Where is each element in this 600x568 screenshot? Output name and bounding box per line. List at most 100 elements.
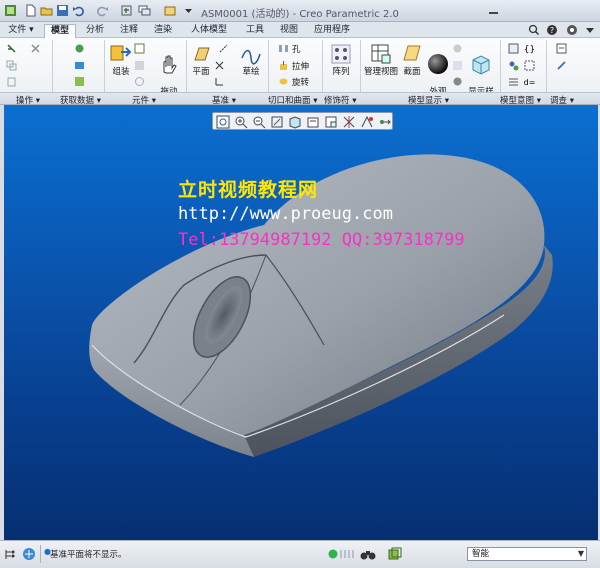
user-defined-feature-icon[interactable] <box>74 43 85 54</box>
sketch-icon <box>241 49 261 65</box>
selection-filter-dropdown[interactable]: 智能 ▼ <box>467 547 587 561</box>
svg-text:?: ? <box>550 26 554 35</box>
copy-geometry-icon[interactable] <box>74 60 85 71</box>
status-grip <box>340 550 354 558</box>
perspective-icon[interactable] <box>452 60 463 71</box>
copy-icon[interactable] <box>6 60 17 71</box>
tab-model[interactable]: 模型 <box>44 24 76 38</box>
scene-icon[interactable] <box>452 43 463 54</box>
section-label: 截面 <box>403 67 421 77</box>
datum-display-icon[interactable] <box>342 115 356 129</box>
refit-icon[interactable] <box>216 115 230 129</box>
pattern-label: 阵列 <box>332 67 350 77</box>
status-message: 基准平面将不显示。 <box>50 550 127 560</box>
hand-drag-icon <box>163 55 177 74</box>
shading-icon[interactable] <box>452 76 463 87</box>
tab-applications[interactable]: 应用程序 <box>308 24 356 38</box>
ribbon-group-bar: 操作 ▾ 获取数据 ▾ 元件 ▾ 基准 ▾ 切口和曲面 ▾ 修饰符 ▾ 模型显示… <box>0 92 600 106</box>
hole-icon[interactable] <box>278 43 289 54</box>
sketch-label: 草绘 <box>242 67 260 77</box>
find-binoculars-icon[interactable] <box>360 547 376 561</box>
model-player-icon[interactable] <box>556 60 567 71</box>
manage-views-icon <box>371 44 391 64</box>
mirror-component-icon[interactable] <box>134 76 145 87</box>
plane-label: 平面 <box>192 67 210 77</box>
axis-icon[interactable] <box>218 43 229 54</box>
appearance-sphere-icon <box>428 54 448 74</box>
tab-render[interactable]: 渲染 <box>148 24 178 38</box>
pattern-icon <box>331 44 351 64</box>
spin-center-icon[interactable] <box>378 115 392 129</box>
tab-tools[interactable]: 工具 <box>240 24 270 38</box>
tab-analysis[interactable]: 分析 <box>80 24 110 38</box>
ribbon-tab-bar: 文件 ▾ 模型 分析 注释 渲染 人体模型 工具 视图 应用程序 ? <box>0 22 600 38</box>
mouse-body <box>92 154 545 435</box>
delete-icon[interactable] <box>30 43 41 54</box>
sketch-button[interactable]: 草绘 <box>238 42 264 77</box>
family-table-icon[interactable] <box>508 43 519 54</box>
regen-status-icon[interactable] <box>328 549 338 559</box>
relations-icon[interactable]: d= <box>524 76 535 87</box>
csys-icon[interactable] <box>214 76 225 87</box>
extrude-icon[interactable] <box>278 60 289 71</box>
display-style-cube-icon <box>472 55 490 75</box>
parameters-icon[interactable]: {} <box>524 43 535 54</box>
manage-views-button[interactable]: 管理视图 <box>362 42 400 77</box>
title-bar: ASM0001 (活动的) - Creo Parametric 2.0 <box>0 0 600 22</box>
selection-filter-icon[interactable] <box>388 547 402 561</box>
zoom-out-icon[interactable] <box>252 115 266 129</box>
regenerate-icon[interactable] <box>6 43 17 54</box>
view-manager-icon[interactable] <box>324 115 338 129</box>
plane-button[interactable]: 平面 <box>188 42 214 77</box>
manage-views-label: 管理视图 <box>363 67 398 77</box>
window-title: ASM0001 (活动的) - Creo Parametric 2.0 <box>201 9 399 20</box>
tab-view[interactable]: 视图 <box>274 24 304 38</box>
revolve-icon[interactable] <box>278 76 289 87</box>
watermark-title: 立时视频教程网 <box>178 179 319 201</box>
saved-orientations-icon[interactable] <box>306 115 320 129</box>
search-icon[interactable] <box>528 24 540 36</box>
hole-label[interactable]: 孔 <box>292 43 301 55</box>
watermark-contact: Tel:13794987192 QQ:397318799 <box>178 230 465 250</box>
browser-toggle-icon[interactable] <box>22 547 36 561</box>
navigator-toggle-icon[interactable] <box>4 548 17 561</box>
ribbon-collapse-icon[interactable] <box>584 24 596 36</box>
help-icon[interactable]: ? <box>546 24 560 36</box>
skeleton-icon[interactable] <box>524 60 535 71</box>
svg-text:{}: {} <box>524 45 535 54</box>
repeat-icon[interactable] <box>134 60 145 71</box>
create-component-icon[interactable] <box>134 43 145 54</box>
tab-manikin[interactable]: 人体模型 <box>182 24 236 38</box>
tab-file[interactable]: 文件 ▾ <box>2 24 40 38</box>
mouse-model[interactable] <box>4 105 598 540</box>
options-icon[interactable] <box>566 24 580 36</box>
creo-window: ASM0001 (活动的) - Creo Parametric 2.0 文件 ▾… <box>0 0 600 568</box>
chevron-down-icon: ▼ <box>577 549 584 558</box>
status-bar: ● 基准平面将不显示。 智能 ▼ <box>0 540 600 568</box>
pattern-button[interactable]: 阵列 <box>326 42 356 77</box>
graphics-area[interactable]: 立时视频教程网 http://www.proeug.com Tel:137949… <box>4 105 598 540</box>
reference-viewer-icon[interactable] <box>556 43 567 54</box>
assemble-label: 组装 <box>112 67 130 77</box>
shrinkwrap-icon[interactable] <box>74 76 85 87</box>
point-icon[interactable] <box>214 60 225 71</box>
tab-annotate[interactable]: 注释 <box>114 24 144 38</box>
plane-icon <box>194 47 210 61</box>
revolve-label[interactable]: 旋转 <box>292 76 309 88</box>
selection-filter-value: 智能 <box>472 549 490 559</box>
switch-dimensions-icon[interactable] <box>508 76 519 87</box>
annotation-display-icon[interactable] <box>360 115 374 129</box>
svg-text:d=: d= <box>524 78 535 87</box>
display-style-icon[interactable] <box>288 115 302 129</box>
repaint-icon[interactable] <box>270 115 284 129</box>
zoom-in-icon[interactable] <box>234 115 248 129</box>
paste-icon[interactable] <box>6 76 17 87</box>
section-button[interactable]: 截面 <box>400 42 424 77</box>
section-icon <box>403 45 421 61</box>
minimize-icon[interactable] <box>488 4 499 17</box>
assemble-icon <box>110 45 132 61</box>
assemble-button[interactable]: 组装 <box>104 42 138 77</box>
publish-geometry-icon[interactable] <box>508 60 519 71</box>
extrude-label[interactable]: 拉伸 <box>292 60 309 72</box>
ribbon-panel: 组装 拖动 元件 平面 草绘 孔 拉伸 旋转 阵列 <box>0 38 600 107</box>
